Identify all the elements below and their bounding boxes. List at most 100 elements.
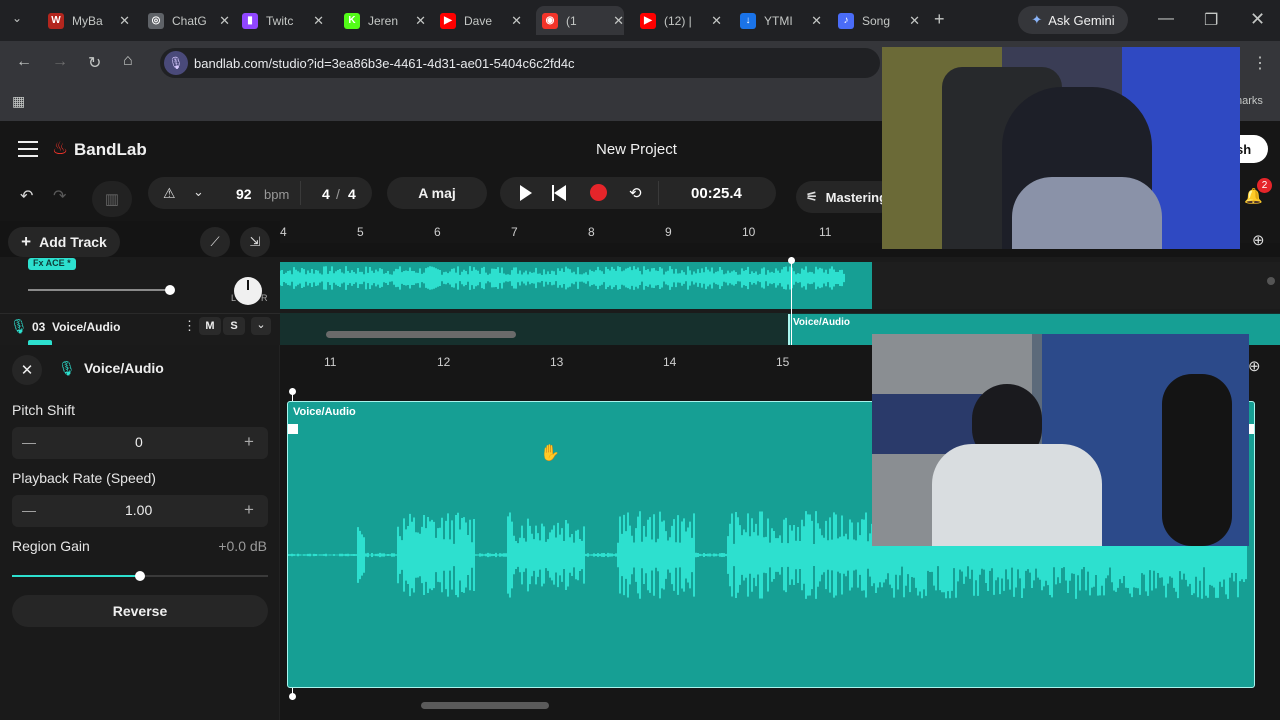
volume-slider[interactable] [28,285,175,295]
play-icon[interactable] [520,185,532,201]
close-tab-icon[interactable]: ✕ [415,13,426,29]
url-field[interactable]: 🎙 bandlab.com/studio?id=3ea86b3e-4461-4d… [160,48,880,78]
close-tab-icon[interactable]: ✕ [119,13,130,29]
notification-badge: 2 [1257,178,1272,193]
split-icon[interactable]: ⇲ [240,227,270,257]
tab-search-icon[interactable]: ⌄ [12,11,22,25]
browser-tab[interactable]: ↓ YTMI ✕ [734,6,822,35]
volume-handle[interactable] [165,285,175,295]
tempo-value[interactable]: 92 [236,186,252,202]
browser-tab[interactable]: ◉ (1 ✕ [536,6,624,35]
reload-icon[interactable]: ↻ [88,53,101,73]
apps-grid-icon[interactable]: ▦ [12,93,25,110]
home-icon[interactable]: ⌂ [123,52,133,70]
chatgpt-favicon: ◎ [148,12,164,29]
close-tab-icon[interactable]: ✕ [909,13,920,29]
hand-cursor-icon: ✋ [540,445,560,462]
restore-icon[interactable]: ❐ [1204,10,1218,30]
project-title[interactable]: New Project [596,141,677,158]
piano-icon[interactable]: ▥ [92,181,132,217]
time-signature-top[interactable]: 4 [322,186,330,202]
gain-fill [12,575,140,577]
horizontal-scrollbar[interactable] [421,702,549,709]
playhead[interactable] [788,257,795,345]
pitch-shift-value[interactable]: 0 [135,434,143,450]
close-window-icon[interactable]: ✕ [1250,9,1265,30]
scroll-indicator[interactable] [1267,277,1275,285]
browser-tab[interactable]: W MyBa ✕ [42,6,130,35]
horizontal-scrollbar[interactable] [326,331,516,338]
redo-icon[interactable]: ↷ [53,186,66,206]
browser-tab[interactable]: ▶ Dave ✕ [434,6,522,35]
ask-gemini-button[interactable]: ✦ Ask Gemini [1018,6,1128,34]
brand-name[interactable]: BandLab [74,140,147,160]
plus-icon: + [21,232,32,251]
back-icon[interactable]: ← [16,53,32,71]
skip-back-icon[interactable] [552,185,566,201]
plus-icon[interactable]: + [244,500,254,520]
browser-menu-icon[interactable]: ⋮ [1252,53,1268,73]
menu-icon[interactable] [18,141,38,157]
close-tab-icon[interactable]: ✕ [313,13,324,29]
plus-icon[interactable]: + [244,432,254,452]
playback-rate-value[interactable]: 1.00 [125,502,152,518]
time-signature-bottom[interactable]: 4 [348,186,356,202]
ruler-tick-label: 4 [280,225,287,239]
browser-tab[interactable]: ▶ (12) | ✕ [634,6,722,35]
new-tab-icon[interactable]: + [934,9,945,30]
song-favicon: ♪ [838,12,854,29]
tab-label: (1 [566,13,577,28]
playback-rate-label: Playback Rate (Speed) [12,470,156,486]
reverse-label: Reverse [112,603,168,619]
mute-button[interactable]: M [199,317,221,335]
sliders-icon: ⚟ [806,189,818,204]
zoom-icon[interactable]: ⊕ [1252,231,1265,249]
track-name[interactable]: 03 Voice/Audio [32,320,120,334]
metronome-icon[interactable]: ⚠ [163,185,176,202]
close-tab-icon[interactable]: ✕ [219,13,230,29]
loop-icon[interactable]: ⟲ [629,184,642,202]
browser-tab[interactable]: ♪ Song ✕ [832,6,920,35]
webcam-overlay [882,47,1240,249]
undo-icon[interactable]: ↶ [20,186,33,206]
region-gain-slider[interactable] [12,571,268,581]
zoom-icon[interactable]: ⊕ [1248,357,1261,375]
tab-label: Dave [464,13,493,28]
close-editor-icon[interactable]: ✕ [12,355,42,385]
bandlab-favicon: ◉ [542,12,558,29]
divider [300,181,301,205]
minus-icon[interactable]: — [22,502,36,518]
reverse-button[interactable]: Reverse [12,595,268,627]
close-tab-icon[interactable]: ✕ [711,13,722,29]
tab-label: MyBa [72,13,103,28]
ruler-tick-label: 14 [663,355,677,369]
site-info-icon[interactable]: 🎙 [164,51,188,75]
solo-button[interactable]: S [223,317,245,335]
audio-region[interactable] [279,262,872,309]
add-track-button[interactable]: + Add Track [8,227,120,257]
bandlab-logo-icon: ♨ [52,138,69,158]
minimize-icon[interactable]: — [1158,10,1174,28]
minus-icon[interactable]: — [22,434,36,450]
browser-tab[interactable]: ◎ ChatG ✕ [142,6,230,35]
browser-tab[interactable]: K Jeren ✕ [338,6,426,35]
pan-knob[interactable] [234,277,262,305]
expand-track-icon[interactable]: ⌄ [251,317,271,335]
close-tab-icon[interactable]: ✕ [613,13,624,29]
record-button[interactable] [590,184,607,201]
automation-icon[interactable]: ⟋ [200,227,230,257]
chevron-down-icon[interactable]: ⌄ [193,184,204,200]
tab-label: Twitc [266,13,294,28]
empty-lane[interactable] [872,262,1280,309]
track-options-icon[interactable]: ⋮ [183,318,196,334]
browser-tab[interactable]: ▮ Twitc ✕ [236,6,324,35]
close-tab-icon[interactable]: ✕ [811,13,822,29]
gain-handle[interactable] [135,571,145,581]
divider [0,313,280,314]
fx-badge[interactable]: Fx ACE * [28,258,76,270]
forward-icon[interactable]: → [52,53,68,71]
close-tab-icon[interactable]: ✕ [511,13,522,29]
all-bookmarks-label[interactable]: harks [1236,95,1263,107]
mastering-button[interactable]: ⚟ Mastering [796,181,896,213]
key-selector[interactable]: A maj [387,177,487,209]
